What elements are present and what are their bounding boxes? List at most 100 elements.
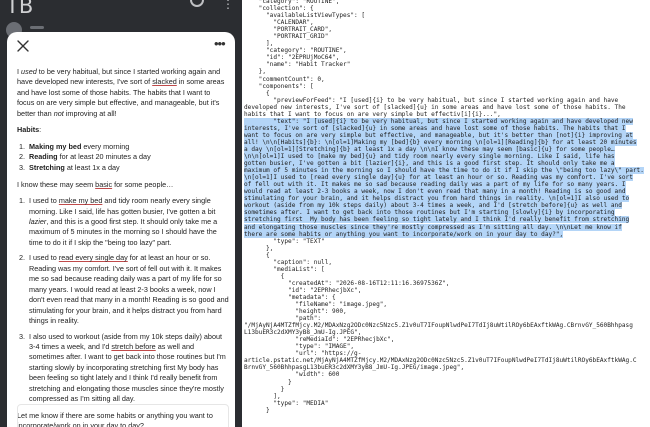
json-line: ], <box>244 40 274 48</box>
json-line: { <box>244 272 285 280</box>
json-line: "caption": null, <box>244 258 333 266</box>
more-options-icon[interactable]: ••• <box>214 36 226 51</box>
json-line: "path": <box>244 315 322 323</box>
habits-list: 1. Making my bed every morning 2. Reading f… <box>19 142 229 173</box>
json-line: "url": "https://g- <box>244 350 362 358</box>
json-line: "name": "Habit Tracker" <box>244 61 351 69</box>
intro-run: slacked <box>152 77 177 87</box>
json-line: "createdAt": "2026-08-16T12:11:16.369753… <box>244 279 450 287</box>
json-line: all! \n\n[Habits]{b}: \n[ol=1]Making my … <box>244 138 637 146</box>
json-line: article.pstatic.net/MjAyNjA4MTZfMjcy.M2/… <box>244 357 637 365</box>
json-line: interests, I've sort of [slacked]{u} in … <box>244 124 626 132</box>
json-line: "/MjAyNjA4MTZfMjcy.M2/MDAxNzg2ODc0Nzc5Nz… <box>244 322 633 330</box>
json-line: "type": "TEXT" <box>244 237 325 245</box>
json-line: habits that I want to focus on are very … <box>244 110 501 118</box>
json-line: "id": "2EPRUjMoC64", <box>244 54 340 62</box>
know-run: basic <box>95 179 113 189</box>
detail-run: read every single day <box>58 253 128 263</box>
habit-item: 3. Stretching at least 1x a day <box>19 162 120 172</box>
habit-item: 1. Making my bed every morning <box>19 142 130 152</box>
json-line: "commentCount": 0, <box>244 75 325 83</box>
json-line: }, <box>244 68 267 76</box>
intro-run: used <box>21 67 37 76</box>
details-list: 1. I used to make my bed and tidy room ne… <box>19 196 229 404</box>
json-line: L13buER3c2dXMY3yB8_JmU-Ig.JPEG", <box>244 329 362 337</box>
more-icon[interactable]: ⋮ <box>222 0 234 11</box>
intro-run: improving at all! <box>63 108 117 118</box>
json-line: \n\n[ol=1]I used to [make my bed]{u} and… <box>244 153 615 161</box>
json-line: gotten busier, I've gotten a bit [lazier… <box>244 160 615 168</box>
json-line: "text": "I [used]{i} to be very habitual… <box>244 117 633 125</box>
json-line: "id": "2EPRhecjbXc", <box>244 286 362 294</box>
detail-run: , and this is a good first step. It shou… <box>29 217 218 247</box>
know-run: for some people… <box>112 179 174 189</box>
know-run: I know these may seem <box>17 179 96 189</box>
post-body: I used to be very habitual, but since I … <box>17 67 229 427</box>
background-placeholder-line <box>30 26 44 29</box>
json-line: } <box>244 378 292 386</box>
json-source-text: "category": "ROUTINE", "collection": { "… <box>244 0 648 414</box>
search-icon[interactable] <box>190 0 204 7</box>
habit-detail: every morning <box>81 142 130 152</box>
json-line: \n[ol=1]I used to [read every single day… <box>244 174 633 182</box>
json-line: and elongating those muscles since they'… <box>244 223 622 231</box>
json-line: "type": "IMAGE", <box>244 343 355 351</box>
json-line: sometimes after. I want to get back into… <box>244 209 615 217</box>
json-line: "mediaList": [ <box>244 265 325 273</box>
json-line: "category": "ROUTINE", <box>244 47 347 55</box>
detail-item: 3. I also used to workout (aside from my … <box>19 331 226 403</box>
comment-input-area[interactable] <box>17 404 229 427</box>
json-line: developed new interests, I've sort of [s… <box>244 103 626 111</box>
json-line: "collection": { <box>244 5 314 13</box>
json-line: "previewForFeed": "I [used]{i} to be ver… <box>244 96 619 104</box>
json-line: "metadata": { <box>244 293 336 301</box>
json-line: stretching first My body has been feelin… <box>244 216 630 224</box>
json-line: { <box>244 89 270 97</box>
habit-name: Stretching <box>29 162 65 172</box>
habit-name: Reading <box>29 152 58 162</box>
json-line: stimulating for your brain, and it helps… <box>244 195 630 203</box>
json-line: "fileName": "image.jpeg", <box>244 301 388 309</box>
json-line: "height": 900, <box>244 308 347 316</box>
detail-run: I used to <box>29 196 59 206</box>
intro-run: not <box>53 108 64 118</box>
json-line: "PORTRAIT_CARD", <box>244 26 333 34</box>
json-line: would read at least 2-3 books a week, no… <box>244 188 626 196</box>
habit-name: Making my bed <box>29 142 82 152</box>
json-line: ], <box>244 392 281 400</box>
json-line: workout (aside from my 10k steps daily) … <box>244 202 622 210</box>
json-line: "CALENDAR", <box>244 19 314 27</box>
detail-run: for at least an hour or so. Reading was … <box>29 253 229 325</box>
detail-run: as well and sometimes after. I want to g… <box>29 341 226 403</box>
json-line: } <box>244 406 270 414</box>
json-line: BrnvGY_560BhhpasgL13buER3c2dXMY3yB8_JmU-… <box>244 364 465 372</box>
json-line: } <box>244 385 285 393</box>
post-intro-paragraph: I used to be very habitual, but since I … <box>17 67 229 119</box>
detail-item: 1. I used to make my bed and tidy room ne… <box>19 196 218 247</box>
detail-run: I used to <box>29 253 59 263</box>
json-line: "components": [ <box>244 82 314 90</box>
habit-detail: for at least 20 minutes a day <box>57 152 151 162</box>
post-detail-sheet: ••• I used to be very habitual, but sinc… <box>7 32 235 427</box>
json-line: maximum of 5 minutes in the morning so I… <box>244 167 644 175</box>
phone-screen: TB ⋮ ••• I used to be very habitual, but… <box>0 0 242 427</box>
background-app-title: TB <box>6 0 34 18</box>
json-line: "reMediaId": "2EPRhecjbXc", <box>244 336 395 344</box>
detail-run: make my bed <box>58 196 103 206</box>
json-line: of fell out with it. It makes me so sad … <box>244 181 626 189</box>
json-line: want to focus on are very simple but eff… <box>244 131 633 139</box>
json-line: a day \n[ol=1][Stretching]{b} at least 1… <box>244 145 615 153</box>
close-icon[interactable] <box>16 38 30 54</box>
habit-detail: at least 1x a day <box>64 162 120 172</box>
habits-heading-line: Habits: <box>17 125 42 135</box>
know-paragraph: I know these may seem basic for some peo… <box>17 180 229 190</box>
json-line: "type": "MEDIA" <box>244 399 329 407</box>
detail-run: stretch before <box>111 341 156 351</box>
json-line: "availableListViewTypes": [ <box>244 12 366 20</box>
json-line: "PORTRAIT_GRID" <box>244 33 329 41</box>
detail-item: 2. I used to read every single day for at… <box>19 253 229 325</box>
json-line: { <box>244 251 270 259</box>
habit-item: 2. Reading for at least 20 minutes a day <box>19 152 151 162</box>
detail-run: lazier <box>29 217 47 227</box>
habits-heading: Habits <box>17 125 40 135</box>
